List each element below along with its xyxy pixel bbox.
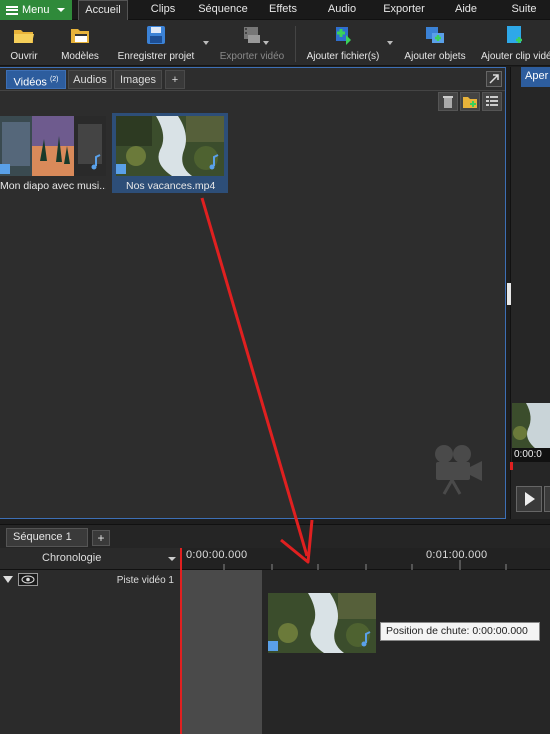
preview-time: 0:00:0 (512, 448, 550, 462)
preview-playhead-marker (510, 462, 513, 470)
add-sequence-button[interactable]: + (92, 530, 110, 546)
save-dropdown-chevron-icon[interactable] (203, 41, 209, 45)
list-view-button[interactable] (482, 92, 502, 111)
export-video-label: Exporter vidéo (219, 51, 285, 62)
panel-separator (0, 90, 505, 91)
tab-sequence-1[interactable]: Séquence 1 ✕ (6, 528, 88, 560)
tab-exporter[interactable]: Exporter (376, 0, 432, 20)
slideshow-thumbnail (0, 116, 106, 176)
hamburger-icon (6, 5, 18, 15)
track-label: Piste vidéo 1 (116, 575, 174, 586)
play-icon (525, 492, 535, 506)
waterfall-thumbnail (116, 116, 224, 176)
ruler-ticks (223, 560, 507, 570)
templates-icon (71, 29, 89, 43)
templates-button[interactable]: Modèles (56, 24, 104, 64)
add-files-dropdown-chevron-icon[interactable] (387, 41, 393, 45)
list-view-icon (486, 96, 498, 106)
chronology-label[interactable]: Chronologie (42, 552, 162, 567)
add-file-icon (336, 27, 351, 45)
main-menu-label: Menu (22, 4, 50, 16)
eye-icon (21, 575, 35, 584)
add-clip-label: Ajouter clip vidé (481, 51, 550, 62)
preview-waterfall-image (512, 403, 550, 449)
dragged-waterfall-thumbnail (268, 593, 376, 653)
sequence-tab-label: Séquence 1 (13, 531, 72, 543)
tab-videos-label: Vidéos (13, 76, 47, 89)
splitter-handle[interactable] (507, 283, 511, 305)
undock-button[interactable] (486, 71, 502, 87)
export-dropdown-chevron-icon[interactable] (263, 41, 269, 45)
tab-effets[interactable]: Effets (260, 0, 306, 20)
tab-audio[interactable]: Audio (318, 0, 366, 20)
tab-aide[interactable]: Aide (446, 0, 486, 20)
track-visibility-toggle[interactable] (18, 573, 38, 586)
media-item-slideshow[interactable] (0, 116, 106, 176)
add-objects-button[interactable]: Ajouter objets (400, 24, 470, 64)
folder-open-icon (14, 30, 34, 43)
track-selection-region (181, 570, 262, 734)
folder-add-icon (463, 97, 477, 108)
add-files-button[interactable]: Ajouter fichier(s) (300, 24, 386, 64)
media-item-vacances-thumb (116, 116, 224, 176)
add-clip-button[interactable]: Ajouter clip vidé (478, 24, 550, 64)
save-project-label: Enregistrer projet (117, 51, 195, 62)
film-export-icon (244, 27, 260, 43)
next-frame-button[interactable] (544, 486, 550, 512)
delete-button[interactable] (438, 92, 458, 111)
tab-videos-count: (2) (49, 76, 59, 83)
tab-audios[interactable]: Audios (68, 70, 112, 89)
media-item-slideshow-label: Mon diapo avec musi... (0, 180, 106, 192)
open-button[interactable]: Ouvrir (4, 24, 44, 64)
tab-apercu[interactable]: Aper (521, 67, 550, 87)
collapse-track-icon[interactable] (3, 576, 13, 583)
add-objects-icon (426, 27, 444, 43)
tab-suite[interactable]: Suite (504, 0, 544, 20)
main-menu-button[interactable]: Menu (0, 0, 72, 20)
tab-images[interactable]: Images (114, 70, 162, 89)
open-label: Ouvrir (10, 51, 38, 62)
tab-sequence[interactable]: Séquence (195, 0, 251, 20)
add-files-label: Ajouter fichier(s) (306, 51, 380, 62)
save-project-button[interactable]: Enregistrer projet (110, 24, 202, 64)
track-header (0, 570, 180, 734)
templates-label: Modèles (61, 51, 99, 62)
export-video-button[interactable]: Exporter vidéo (214, 24, 290, 64)
chevron-down-icon (56, 8, 65, 12)
timeline-playhead[interactable] (180, 548, 182, 734)
tab-clips[interactable]: Clips (140, 0, 186, 20)
tab-accueil[interactable]: Accueil (78, 0, 128, 21)
play-button[interactable] (516, 486, 542, 512)
save-disk-icon (147, 26, 165, 44)
add-objects-label: Ajouter objets (404, 51, 466, 62)
camera-watermark-icon (435, 445, 482, 495)
add-tab-button[interactable]: + (165, 70, 185, 89)
trash-icon (443, 96, 453, 108)
chronology-chevron-down-icon[interactable] (168, 557, 176, 561)
add-clip-icon (507, 26, 522, 43)
drop-position-tooltip: Position de chute: 0:00:00.000 (380, 622, 540, 641)
tab-videos[interactable]: Vidéos (2) (6, 70, 66, 89)
media-item-vacances-label: Nos vacances.mp4 (126, 180, 216, 192)
toolbar-divider (295, 26, 296, 62)
dragged-clip-preview[interactable] (268, 593, 376, 653)
undock-arrow-icon (489, 74, 499, 84)
new-folder-button[interactable] (460, 92, 480, 111)
